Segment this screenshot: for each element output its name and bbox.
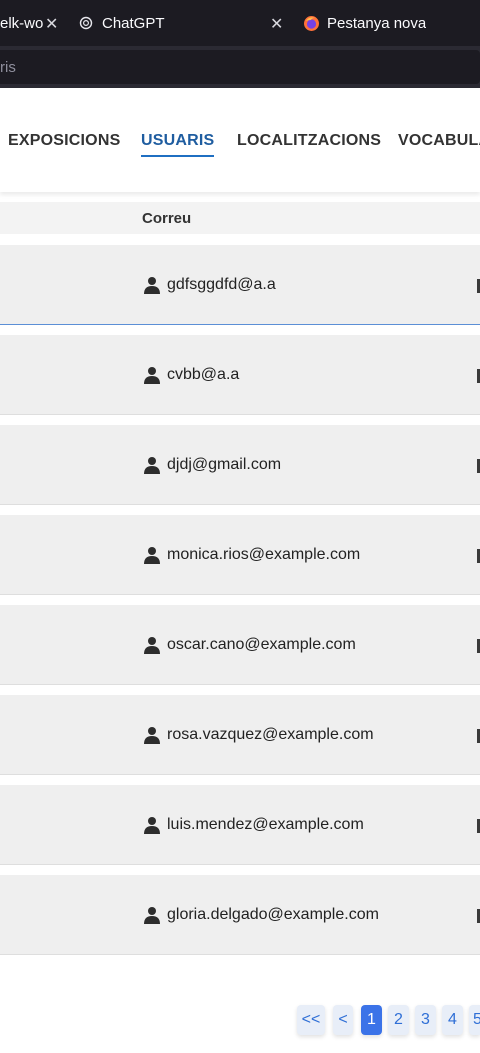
browser-tab-chatgpt[interactable]: ChatGPT ✕ [78,0,288,46]
user-email: cvbb@a.a [167,366,240,383]
browser-tab-new[interactable]: Pestanya nova [303,0,480,46]
prev-page-button[interactable]: < [333,1005,353,1035]
table-row[interactable]: rosa.vazquez@example.com [0,695,480,775]
chatgpt-icon [78,15,94,31]
user-icon [144,726,160,744]
url-text: ris [0,58,16,76]
user-icon [144,456,160,474]
close-icon[interactable]: ✕ [270,14,283,34]
page-1-button[interactable]: 1 [361,1005,382,1035]
close-icon[interactable]: ✕ [45,14,58,34]
browser-tab-bar: elk-wor ✕ ChatGPT ✕ Pestanya nova [0,0,480,46]
first-page-button[interactable]: << [297,1005,325,1035]
column-header-correu[interactable]: Correu [142,210,191,227]
user-email: gdfsggdfd@a.a [167,276,276,293]
table-row[interactable]: cvbb@a.a [0,335,480,415]
table-row[interactable]: gdfsggdfd@a.a [0,245,480,325]
user-email: rosa.vazquez@example.com [167,726,374,743]
table-row[interactable]: luis.mendez@example.com [0,785,480,865]
page-5-button[interactable]: 5 [469,1005,480,1035]
nav-localitzacions[interactable]: LOCALITZACIONS [237,132,381,150]
user-email: oscar.cano@example.com [167,636,356,653]
user-email: luis.mendez@example.com [167,816,364,833]
user-email: gloria.delgado@example.com [167,906,379,923]
browser-tab-elk[interactable]: elk-wor ✕ [0,0,64,46]
page-3-button[interactable]: 3 [415,1005,436,1035]
table-row[interactable]: monica.rios@example.com [0,515,480,595]
user-icon [144,816,160,834]
nav-exposicions[interactable]: EXPOSICIONS [8,132,120,150]
page-4-button[interactable]: 4 [442,1005,463,1035]
user-icon [144,546,160,564]
user-email: djdj@gmail.com [167,456,282,473]
table-row[interactable]: djdj@gmail.com [0,425,480,505]
table-row[interactable]: gloria.delgado@example.com [0,875,480,955]
table-row[interactable]: oscar.cano@example.com [0,605,480,685]
tab-label: elk-wor [0,14,44,32]
firefox-icon [303,15,320,32]
user-icon [144,906,160,924]
table-header: Correu [0,202,480,234]
user-icon [144,366,160,384]
tab-label: Pestanya nova [327,14,427,32]
user-icon [144,276,160,294]
nav-usuaris[interactable]: USUARIS [141,132,215,157]
user-icon [144,636,160,654]
nav-vocabularis[interactable]: VOCABULA [398,132,480,150]
url-bar-row: ris [0,46,480,88]
page-2-button[interactable]: 2 [388,1005,409,1035]
main-nav: EXPOSICIONS USUARIS LOCALITZACIONS VOCAB… [0,88,480,192]
url-field[interactable]: ris [0,50,480,84]
user-email: monica.rios@example.com [167,546,361,563]
tab-label: ChatGPT [102,14,165,32]
